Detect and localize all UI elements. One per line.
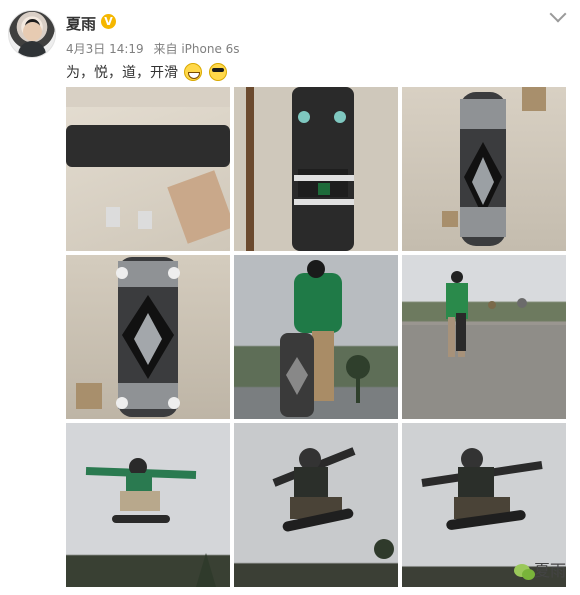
photo-8[interactable] xyxy=(234,423,398,587)
watermark-label: 夏雨 xyxy=(533,561,566,580)
photo-2[interactable] xyxy=(234,87,398,251)
post-text: 为，悦，道，开滑 xyxy=(66,62,227,82)
photo-1[interactable] xyxy=(66,87,230,251)
photo-7[interactable] xyxy=(66,423,230,587)
grin-emoji-icon xyxy=(184,63,203,81)
post-date: 4月3日 14:19 xyxy=(66,42,144,56)
photo-4[interactable] xyxy=(66,255,230,419)
photo-5[interactable] xyxy=(234,255,398,419)
post-source[interactable]: 来自 iPhone 6s xyxy=(154,42,240,56)
photo-3[interactable] xyxy=(402,87,566,251)
sunglasses-emoji-icon xyxy=(208,63,227,81)
chevron-down-icon[interactable] xyxy=(549,5,567,23)
post-body: 为，悦，道，开滑 xyxy=(66,65,178,81)
verified-badge-icon: V xyxy=(101,14,116,29)
username[interactable]: 夏雨 xyxy=(66,13,96,34)
avatar[interactable] xyxy=(8,10,56,58)
watermark: 夏雨 xyxy=(513,557,566,581)
post-meta: 4月3日 14:19 来自 iPhone 6s xyxy=(66,40,246,57)
wechat-icon xyxy=(513,564,535,580)
photo-6[interactable] xyxy=(402,255,566,419)
